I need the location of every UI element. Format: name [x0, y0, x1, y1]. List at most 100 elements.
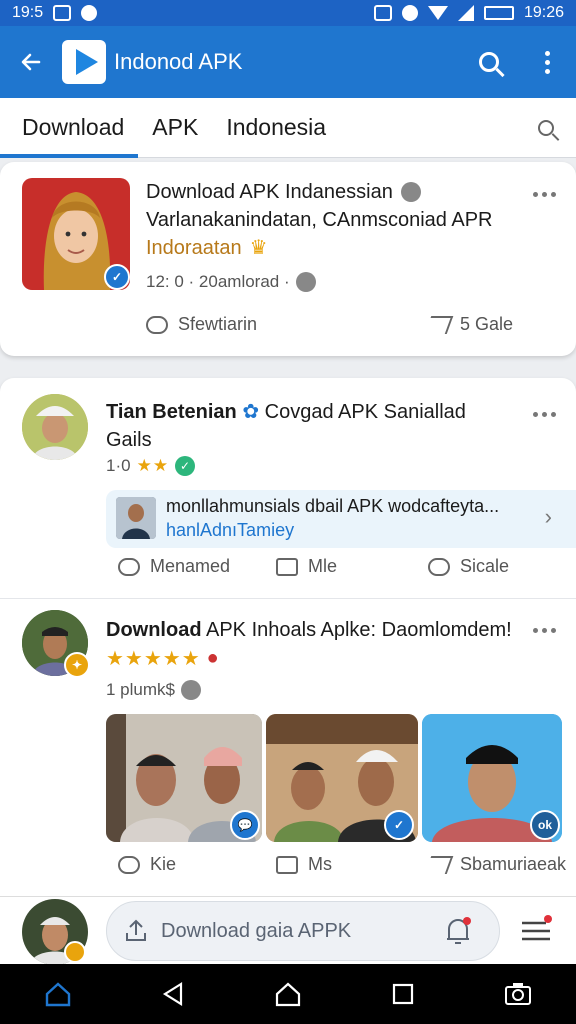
- rating-value: 1·0: [106, 456, 131, 475]
- post-title-line2: Varlanakanindatan, CAnmsconiad APR: [146, 209, 493, 231]
- more-options-button[interactable]: [533, 412, 556, 417]
- more-options-button[interactable]: [533, 192, 556, 197]
- app-logo: [62, 40, 106, 84]
- verified-icon: ✿: [242, 401, 260, 423]
- badge-icon: [64, 941, 86, 963]
- post-meta: 1 plumk$: [106, 680, 175, 699]
- app-title: Indonod APK: [114, 49, 243, 74]
- tab-bar: Download APK Indonesia: [0, 98, 576, 158]
- author-name[interactable]: Tian Betenian: [106, 401, 237, 423]
- share-action[interactable]: Sicale: [428, 556, 509, 577]
- screenshot-button[interactable]: [488, 964, 548, 1024]
- status-time-left: 19:5: [12, 4, 44, 21]
- nav-recents-button[interactable]: [373, 964, 433, 1024]
- photo-3[interactable]: ok: [422, 714, 562, 842]
- share-label: Sicale: [460, 556, 510, 576]
- link-subtitle: hanlAdnıTamiey: [166, 520, 295, 540]
- comment-action[interactable]: Menamed: [118, 556, 230, 577]
- five-star-rating-icon: ★★★★★: [106, 648, 201, 670]
- divider: [0, 598, 576, 599]
- home-tab-button[interactable]: [28, 964, 88, 1024]
- composer-placeholder: Download gaia APPK: [161, 919, 352, 942]
- chat-badge-icon: ✓: [384, 810, 414, 840]
- message-icon: [276, 557, 298, 576]
- check-icon: ✓: [175, 456, 196, 476]
- post-title-line1: Download APK Indanessian: [146, 181, 393, 203]
- crown-icon: ♛: [249, 237, 268, 259]
- menu-icon: [522, 915, 552, 941]
- tab-download[interactable]: Download: [0, 98, 139, 158]
- signal-icon: [457, 5, 474, 21]
- comment-icon: [146, 315, 168, 334]
- tab-search-button[interactable]: [516, 119, 576, 136]
- share-action[interactable]: 5 Gale: [424, 314, 514, 335]
- post-title-line2: Gails: [106, 429, 152, 451]
- comment-action[interactable]: Sfewtiarin: [146, 314, 257, 335]
- author-avatar[interactable]: [22, 394, 88, 460]
- post-meta: 12: 0 · 20amlorad ·: [146, 272, 290, 291]
- status-time-right: 19:26: [523, 4, 564, 21]
- home-icon: [45, 982, 70, 1007]
- gallery-icon: [53, 5, 72, 21]
- post-title-line3: Indoraatan: [146, 237, 242, 259]
- tab-apk[interactable]: APK: [138, 98, 212, 158]
- back-triangle-icon: [162, 982, 182, 1006]
- link-preview[interactable]: monllahmunsials dbail APK wodcafteyta...…: [106, 490, 576, 548]
- system-nav-bar: [0, 964, 576, 1024]
- wifi-icon: [427, 6, 448, 20]
- more-vert-icon: [544, 50, 550, 74]
- ok-badge-icon: ok: [530, 810, 560, 840]
- apple-icon: ●: [206, 647, 219, 669]
- bell-icon[interactable]: [443, 915, 473, 947]
- photo-2[interactable]: ✓: [266, 714, 418, 842]
- battery-icon: [483, 6, 514, 20]
- message-label: Ms: [308, 854, 332, 874]
- badge-icon: ✦: [64, 652, 90, 678]
- link-title: monllahmunsials dbail APK wodcafteyta...: [166, 496, 500, 516]
- comment-icon: [118, 855, 140, 874]
- composer-bar: Download gaia APPK: [0, 896, 576, 965]
- comment-label: Menamed: [150, 556, 231, 576]
- alarm-icon: [401, 5, 418, 21]
- back-arrow-icon[interactable]: [0, 26, 62, 98]
- overflow-menu-button[interactable]: [518, 33, 576, 91]
- search-icon: [479, 52, 499, 72]
- nav-back-button[interactable]: [143, 964, 203, 1024]
- verified-badge-icon: ✓: [104, 264, 130, 290]
- house-icon: [275, 982, 301, 1007]
- comment-action[interactable]: Kie: [118, 854, 176, 875]
- info-icon: [400, 182, 421, 202]
- post-title: Covgad APK Saniallad: [264, 401, 466, 423]
- message-action[interactable]: Ms: [276, 854, 332, 875]
- post-title: APK Inhoals Aplke: Daomlomdem!: [206, 619, 512, 641]
- more-options-button[interactable]: [533, 628, 556, 633]
- tab-indonesia[interactable]: Indonesia: [212, 98, 340, 158]
- play-icon: [75, 49, 98, 75]
- share-label: 5 Gale: [460, 314, 514, 334]
- message-icon: [276, 855, 298, 874]
- message-label: Mle: [308, 556, 338, 576]
- upload-icon: [126, 919, 146, 941]
- status-bar: 19:5 19:26: [0, 0, 576, 26]
- square-icon: [393, 983, 414, 1005]
- menu-button[interactable]: [520, 915, 552, 950]
- composer-input[interactable]: Download gaia APPK: [106, 901, 500, 961]
- share-icon: [424, 315, 454, 334]
- share-icon: [424, 855, 454, 874]
- app-bar: Indonod APK: [0, 26, 576, 98]
- share-action[interactable]: Sbamuriaeak: [424, 854, 566, 875]
- camera-icon: [505, 983, 532, 1005]
- share-icon: [428, 557, 450, 576]
- search-button[interactable]: [460, 33, 518, 91]
- chat-badge-icon: 💬: [230, 810, 260, 840]
- chevron-right-icon: ›: [544, 504, 552, 529]
- comment-label: Sfewtiarin: [178, 314, 258, 334]
- message-action[interactable]: Mle: [276, 556, 337, 577]
- post-title-bold: Download: [106, 619, 202, 641]
- nav-home-button[interactable]: [258, 964, 318, 1024]
- globe-icon: [180, 680, 201, 700]
- post-card-1[interactable]: ✓ Download APK Indanessian Varlanakanind…: [0, 162, 576, 356]
- photo-1[interactable]: 💬: [106, 714, 262, 842]
- globe-icon: [295, 272, 316, 292]
- nfc-icon: [373, 5, 392, 21]
